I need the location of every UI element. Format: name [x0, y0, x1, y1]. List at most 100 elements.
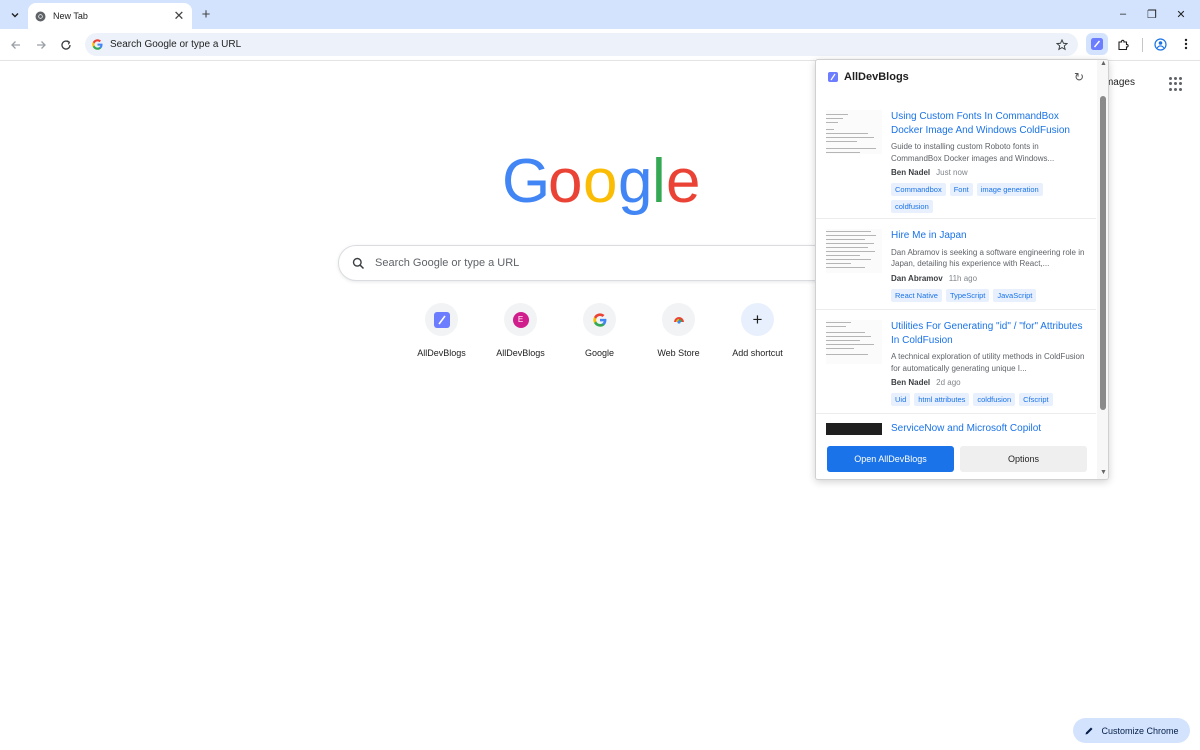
shortcut-tile[interactable]: AllDevBlogs [402, 303, 481, 358]
post-title[interactable]: Utilities For Generating "id" / "for" At… [891, 320, 1085, 347]
post-tag[interactable]: React Native [891, 288, 942, 302]
letter-e-icon: E [512, 311, 529, 328]
svg-text:o: o [548, 148, 582, 216]
svg-text:e: e [666, 148, 698, 216]
shortcut-label: Add shortcut [732, 348, 783, 358]
post-tag[interactable]: TypeScript [945, 288, 990, 302]
post-item[interactable]: Utilities For Generating "id" / "for" At… [816, 310, 1096, 414]
address-bar[interactable]: Search Google or type a URL [85, 33, 1078, 56]
post-tag[interactable]: image generation [976, 183, 1043, 196]
chevron-down-icon [11, 12, 18, 17]
post-tag[interactable]: Cfscript [1019, 393, 1053, 406]
bookmark-star-icon[interactable] [1055, 38, 1069, 52]
post-meta: Ben Nadel Just now [891, 168, 1085, 177]
webstore-icon [673, 316, 684, 324]
close-window-button[interactable]: ✕ [1174, 7, 1188, 21]
post-author: Dan Abramov [891, 273, 943, 283]
svg-text:G: G [502, 148, 550, 216]
open-alldevblogs-button[interactable]: Open AllDevBlogs [827, 445, 954, 472]
post-tag[interactable]: JavaScript [993, 288, 1037, 302]
post-meta: Dan Abramov 11h ago [891, 274, 1085, 283]
browser-toolbar: Search Google or type a URL [0, 29, 1200, 61]
post-item[interactable]: Using Custom Fonts In CommandBox Docker … [816, 94, 1096, 219]
shortcut-icon-circle: E [504, 303, 537, 336]
chrome-menu-button[interactable] [1175, 33, 1197, 55]
shortcut-icon-circle [425, 303, 458, 336]
google-apps-icon[interactable] [1169, 77, 1183, 91]
tab-new-tab[interactable]: New Tab ✕ [28, 3, 192, 29]
shortcut-tile[interactable]: Web Store [639, 303, 718, 358]
shortcut-icon-circle [662, 303, 695, 336]
shortcut-label: Google [584, 348, 615, 358]
reload-icon [61, 40, 71, 50]
restore-button[interactable]: ❐ [1145, 7, 1159, 21]
popup-footer: Open AllDevBlogs Options [816, 436, 1096, 479]
post-summary: Dan Abramov is seeking a software engine… [891, 247, 1085, 269]
shortcut-icon-circle: + [741, 303, 774, 336]
google-g-icon [592, 312, 606, 327]
post-title[interactable]: Hire Me in Japan [891, 229, 1085, 243]
popup-scrollbar[interactable]: ▲ ▼ [1097, 60, 1108, 479]
popup-title: AllDevBlogs [844, 71, 909, 83]
post-tags: React Native TypeScript JavaScript [891, 288, 1085, 302]
extensions-button[interactable] [1112, 33, 1134, 55]
tab-search-button[interactable] [5, 5, 24, 24]
post-thumbnail [826, 110, 882, 154]
post-time: Just now [936, 168, 968, 177]
alldevblogs-icon [1091, 38, 1103, 50]
post-tag[interactable]: html attributes [914, 393, 970, 406]
profile-button[interactable] [1149, 33, 1171, 55]
post-title[interactable]: ServiceNow and Microsoft Copilot [891, 422, 1085, 436]
search-icon [352, 257, 365, 270]
post-body: Hire Me in Japan Dan Abramov is seeking … [891, 229, 1085, 302]
new-tab-button[interactable]: + [198, 6, 214, 23]
post-thumbnail [826, 229, 882, 273]
popup-header: AllDevBlogs ↻ [816, 60, 1108, 94]
options-button[interactable]: Options [960, 445, 1087, 472]
add-shortcut-tile[interactable]: + Add shortcut [718, 303, 797, 358]
shortcut-icon-circle [583, 303, 616, 336]
post-time: 2d ago [936, 378, 961, 387]
post-time: 11h ago [948, 273, 978, 283]
post-body: Using Custom Fonts In CommandBox Docker … [891, 110, 1085, 213]
plus-icon: + [752, 309, 763, 329]
arrow-left-icon [11, 41, 20, 49]
address-bar-text: Search Google or type a URL [110, 39, 242, 50]
svg-text:g: g [618, 148, 652, 216]
post-tags: Commandbox Font image generation coldfus… [891, 183, 1085, 213]
reload-button[interactable] [58, 37, 74, 53]
post-tag[interactable]: Commandbox [891, 183, 946, 196]
post-tag[interactable]: Font [949, 183, 973, 196]
minimize-button[interactable]: – [1116, 7, 1130, 21]
forward-button[interactable] [33, 37, 49, 53]
post-item[interactable]: ServiceNow and Microsoft Copilot [816, 414, 1096, 436]
scrollbar-thumb[interactable] [1100, 96, 1106, 410]
post-meta: Ben Nadel 2d ago [891, 378, 1085, 387]
puzzle-icon [1117, 39, 1129, 50]
post-tag[interactable]: coldfusion [891, 200, 933, 213]
google-logo: G o o g l e [502, 148, 698, 216]
arrow-right-icon [37, 41, 46, 49]
tab-close-icon[interactable]: ✕ [171, 8, 187, 24]
post-author: Ben Nadel [891, 378, 931, 387]
shortcut-tile[interactable]: E AllDevBlogs [481, 303, 560, 358]
post-summary: A technical exploration of utility metho… [891, 352, 1085, 373]
shortcut-tile[interactable]: Google [560, 303, 639, 358]
customize-chrome-button[interactable]: Customize Chrome [1073, 718, 1190, 743]
back-button[interactable] [8, 37, 24, 53]
post-tag[interactable]: coldfusion [973, 393, 1016, 406]
alldevblogs-icon [828, 72, 838, 82]
post-tag[interactable]: Uid [891, 393, 911, 406]
svg-text:o: o [583, 148, 617, 216]
post-tags: Uid html attributes coldfusion Cfscript [891, 393, 1085, 406]
post-thumbnail [826, 320, 882, 364]
refresh-icon[interactable]: ↻ [1072, 70, 1086, 84]
post-title[interactable]: Using Custom Fonts In CommandBox Docker … [891, 110, 1085, 137]
alldevblogs-icon [433, 311, 450, 328]
post-item[interactable]: Hire Me in Japan Dan Abramov is seeking … [816, 219, 1096, 310]
alldevblogs-extension-button[interactable] [1086, 33, 1108, 55]
ntp-search-box[interactable]: Search Google or type a URL [338, 245, 862, 281]
scroll-up-arrow-icon[interactable]: ▲ [1100, 60, 1107, 67]
scroll-down-arrow-icon[interactable]: ▼ [1100, 469, 1107, 476]
google-g-icon [92, 39, 103, 50]
